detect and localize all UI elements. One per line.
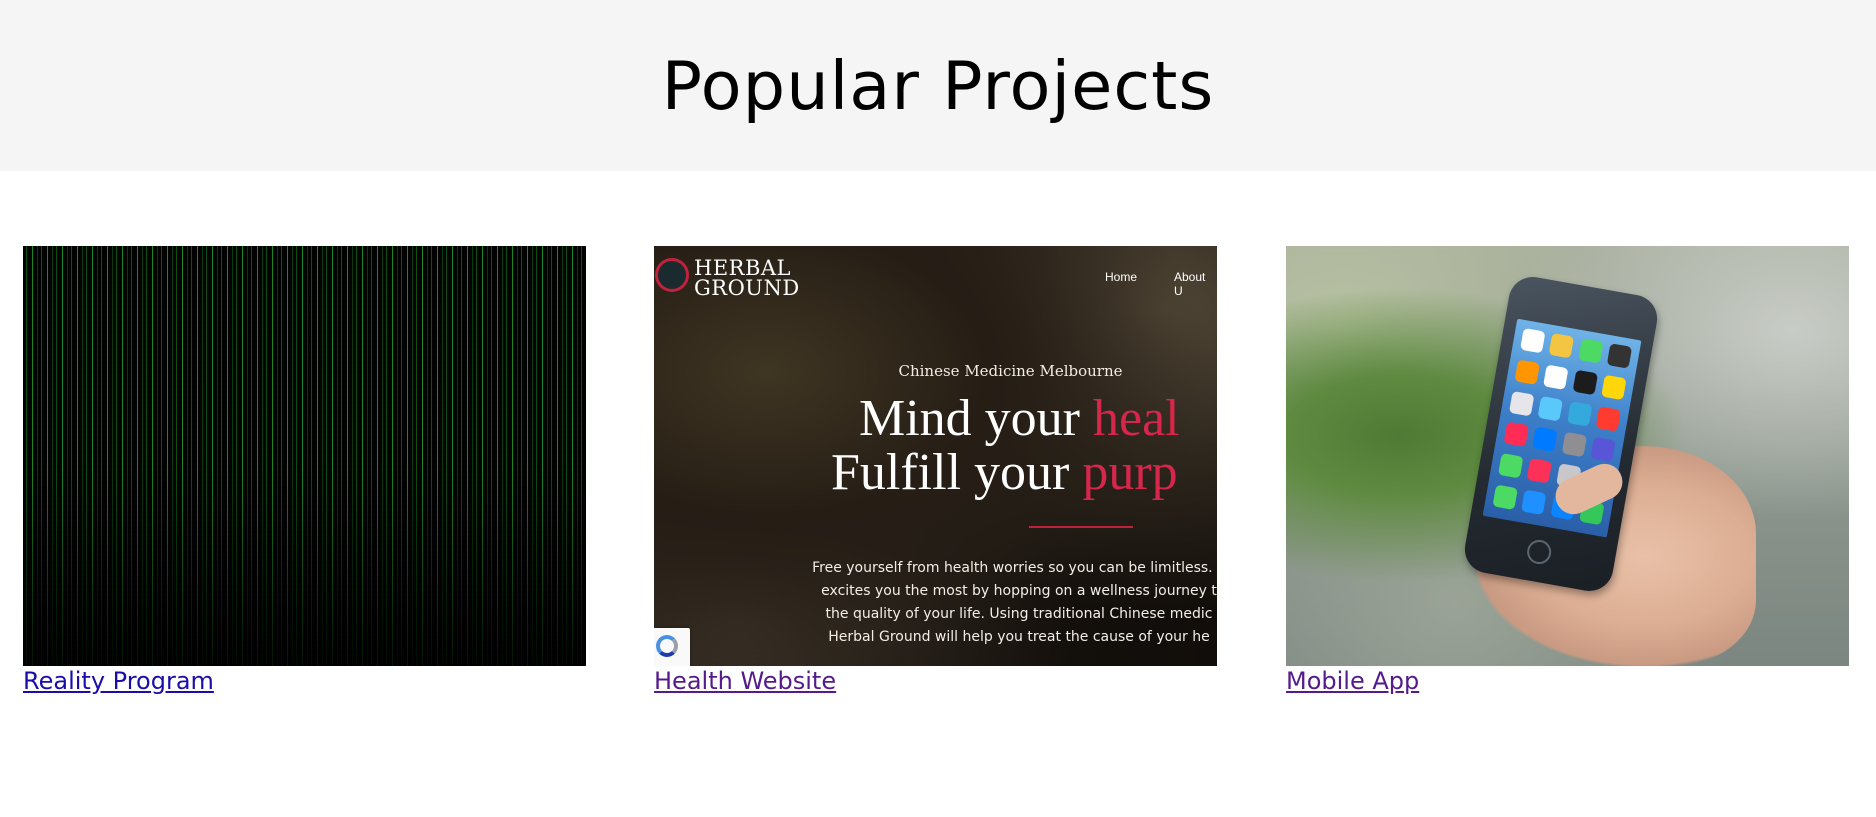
page-header: Popular Projects bbox=[0, 0, 1876, 171]
project-card-reality-program: Reality Program bbox=[23, 246, 586, 695]
preview-headline: Mind your heal Fulfill your purp bbox=[831, 390, 1180, 500]
project-link-health-website[interactable]: Health Website bbox=[654, 667, 836, 695]
preview-nav-about: About U bbox=[1174, 270, 1206, 298]
projects-grid: Reality Program HERBAL GROUND Home About… bbox=[0, 171, 1876, 817]
page-title: Popular Projects bbox=[661, 46, 1215, 125]
matrix-code-image[interactable] bbox=[23, 246, 586, 666]
herbal-logo-icon bbox=[655, 258, 689, 292]
preview-divider bbox=[1029, 526, 1133, 528]
project-link-mobile-app[interactable]: Mobile App bbox=[1286, 667, 1419, 695]
logo-line-2: GROUND bbox=[694, 276, 800, 300]
project-link-reality-program[interactable]: Reality Program bbox=[23, 667, 214, 695]
herbal-logo-text: HERBAL GROUND bbox=[694, 256, 800, 300]
herbal-ground-website-image[interactable]: HERBAL GROUND Home About U Chinese Medic… bbox=[654, 246, 1217, 666]
recaptcha-badge-icon[interactable] bbox=[654, 628, 690, 666]
headline-line-2: Fulfill your purp bbox=[831, 444, 1178, 501]
logo-line-1: HERBAL bbox=[694, 256, 791, 280]
home-button-icon bbox=[1525, 538, 1554, 566]
body-line: the quality of your life. Using traditio… bbox=[825, 606, 1213, 622]
body-line: excites you the most by hopping on a wel… bbox=[821, 583, 1217, 599]
headline-line-1: Mind your heal bbox=[859, 390, 1180, 447]
body-line: Free yourself from health worries so you… bbox=[812, 560, 1217, 576]
project-card-mobile-app: Mobile App bbox=[1286, 246, 1849, 695]
body-line: Herbal Ground will help you treat the ca… bbox=[828, 629, 1210, 645]
preview-kicker: Chinese Medicine Melbourne bbox=[898, 362, 1123, 380]
project-card-health-website: HERBAL GROUND Home About U Chinese Medic… bbox=[654, 246, 1217, 695]
preview-nav-home: Home bbox=[1105, 270, 1138, 284]
preview-body-text: Free yourself from health worries so you… bbox=[804, 557, 1217, 649]
hand-holding-phone-image[interactable] bbox=[1286, 246, 1849, 666]
